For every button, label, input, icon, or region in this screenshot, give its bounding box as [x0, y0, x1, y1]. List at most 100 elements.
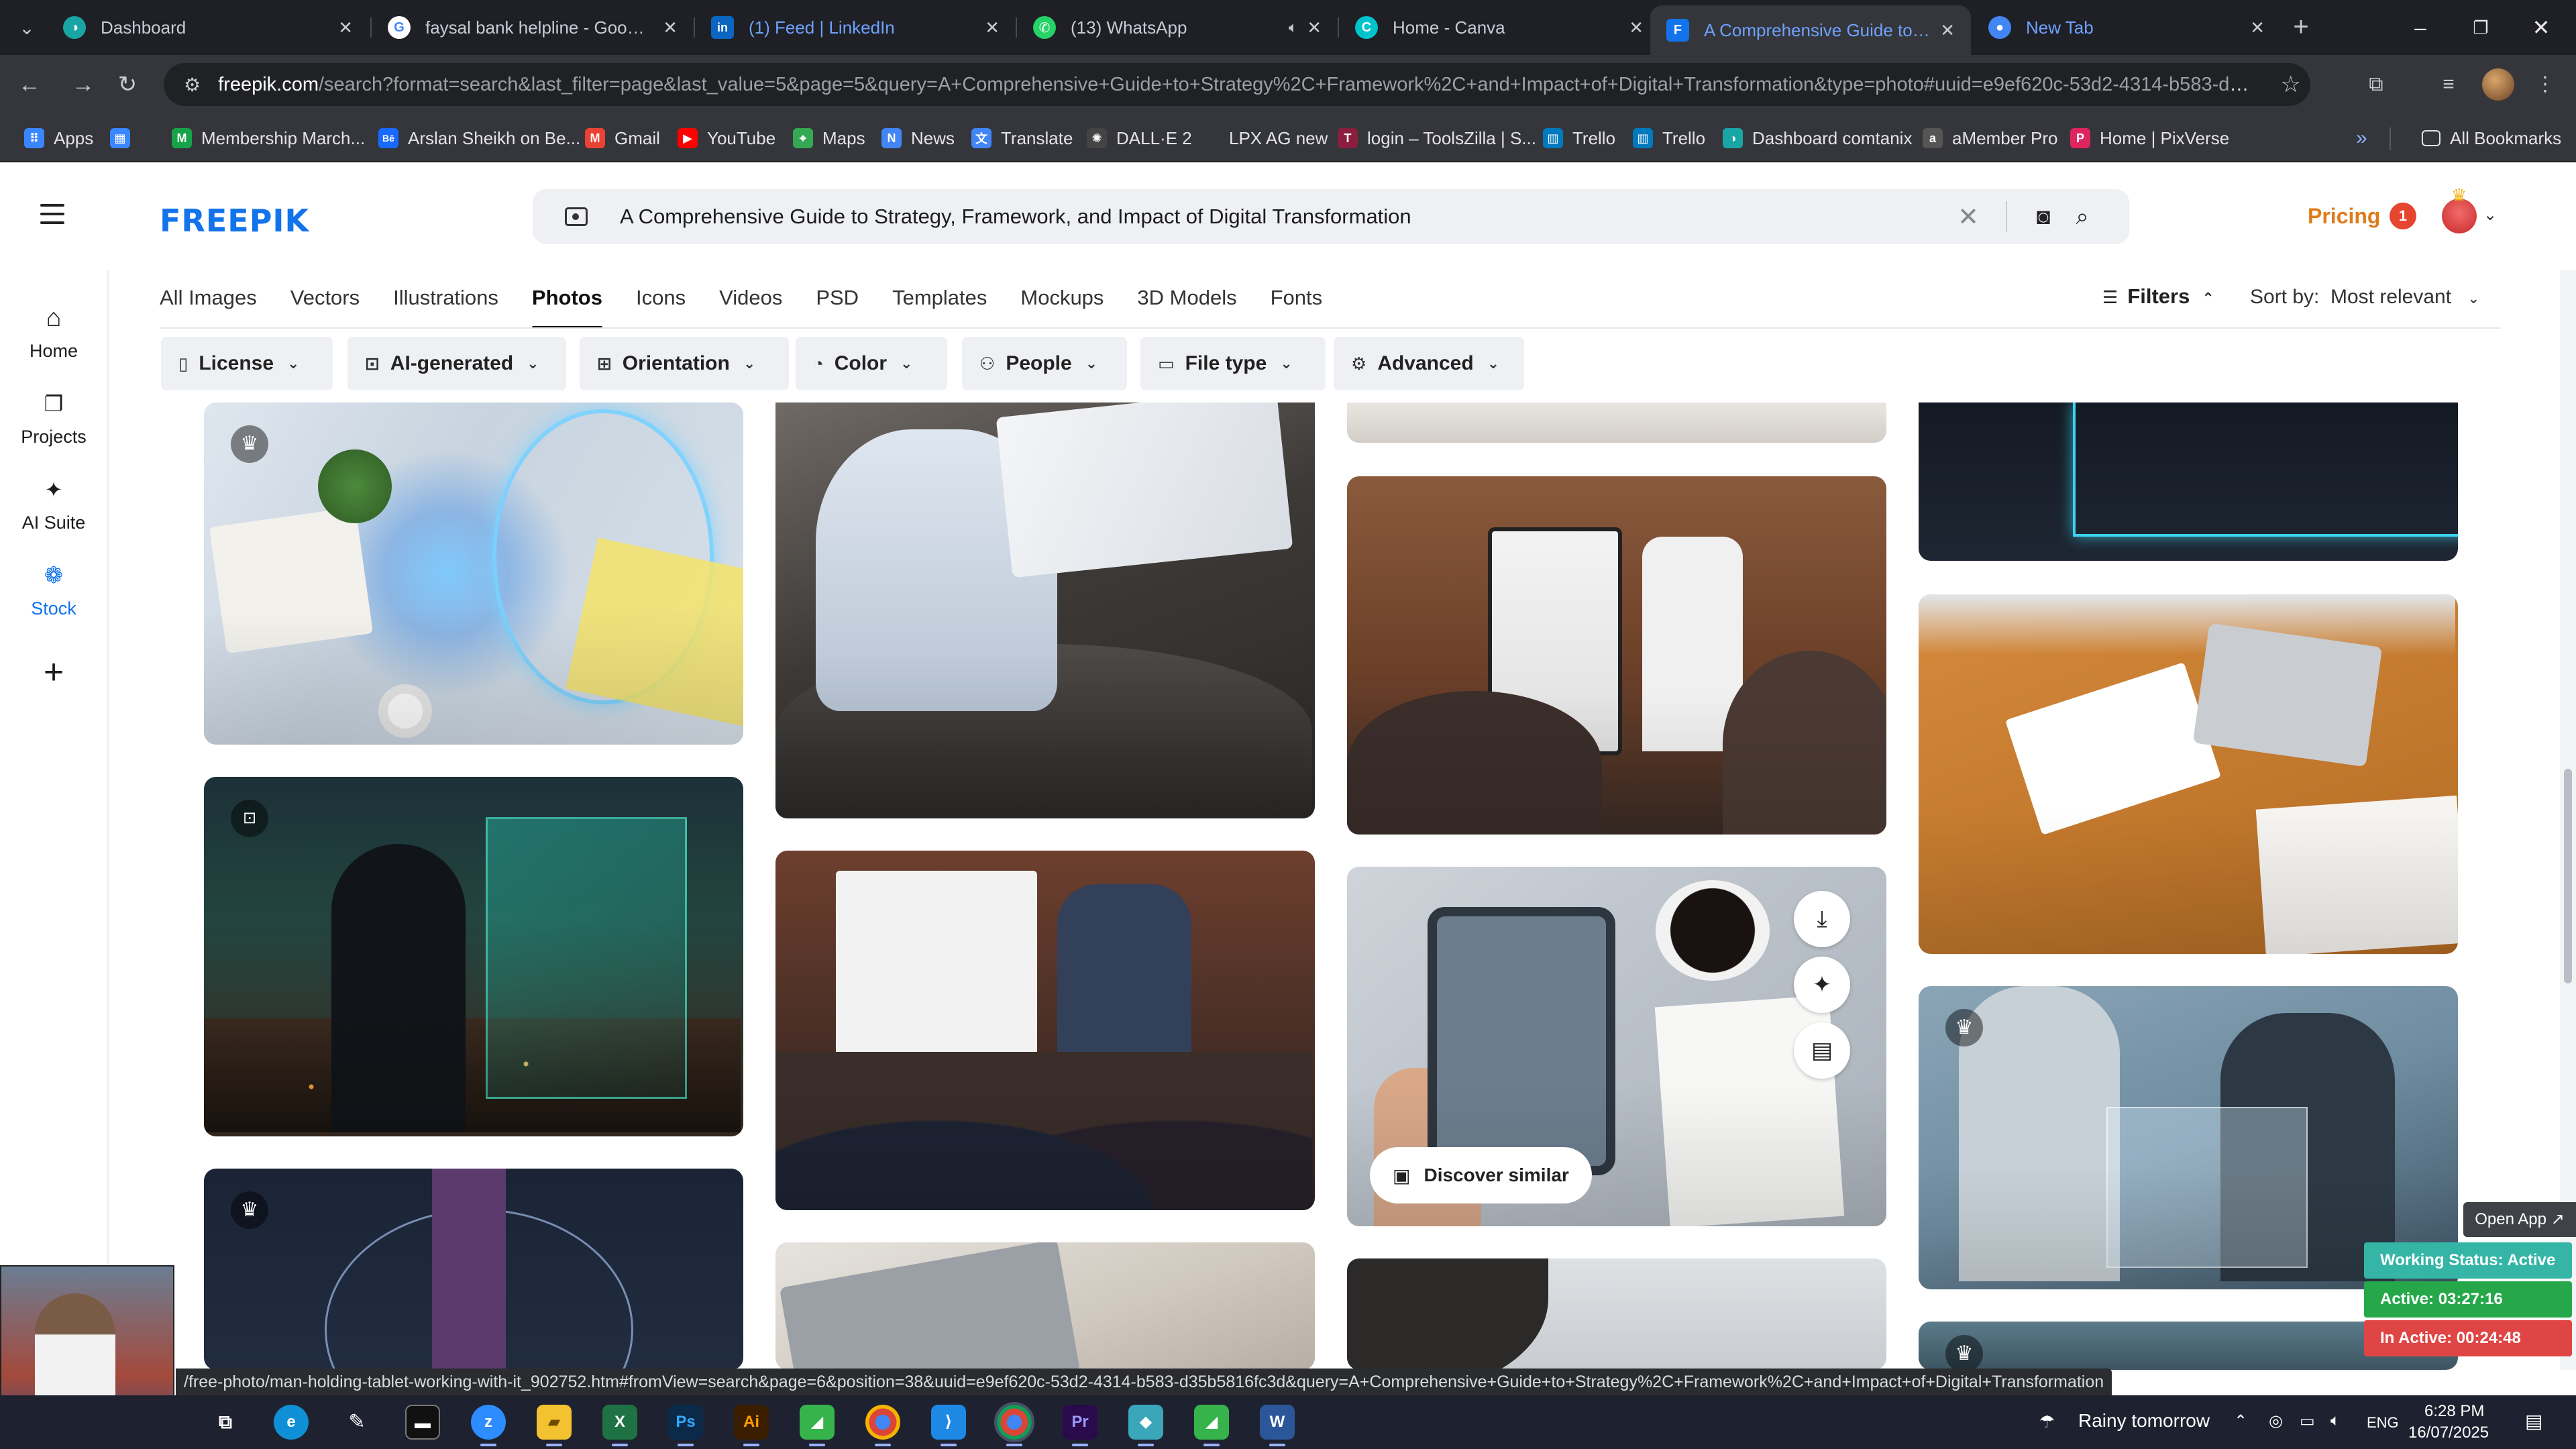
pen-tool-icon[interactable]: ✎ [339, 1405, 374, 1440]
rail-item-home[interactable]: ⌂ Home [0, 303, 107, 362]
rail-item-stock[interactable]: ❁ Stock [0, 561, 107, 619]
camera-tray-icon[interactable]: ◎ [2269, 1411, 2283, 1431]
bookmark-toolszilla[interactable]: Tlogin – ToolsZilla | S... [1338, 125, 1536, 152]
photoshop-icon[interactable]: Ps [668, 1405, 703, 1446]
close-window-icon[interactable]: ✕ [2513, 0, 2569, 55]
filter-people[interactable]: ⚇ People ⌄ [962, 337, 1127, 390]
user-avatar[interactable] [2442, 185, 2477, 233]
search-icon[interactable]: ⌕ [2062, 204, 2102, 230]
back-icon[interactable]: ← [13, 68, 46, 101]
new-tab-button[interactable]: + [2286, 12, 2316, 42]
download-icon[interactable]: ⤓ [1794, 891, 1850, 947]
bookmark-news[interactable]: N News [881, 125, 955, 152]
chevron-down-icon[interactable]: ⌄ [2483, 205, 2497, 225]
notifications-icon[interactable]: ▤ [2525, 1410, 2542, 1432]
task-view-icon[interactable]: ⧉ [208, 1405, 243, 1440]
url-text[interactable]: freepik.com/search?format=search&last_fi… [218, 74, 2250, 96]
tab-videos[interactable]: Videos [719, 282, 782, 329]
language-indicator[interactable]: ENG [2367, 1414, 2399, 1432]
weather-text[interactable]: Rainy tomorrow [2078, 1410, 2210, 1432]
filter-advanced[interactable]: ⚙ Advanced ⌄ [1334, 337, 1524, 390]
close-tab-icon[interactable]: ✕ [1629, 17, 1644, 38]
bookmark-pixverse[interactable]: P Home | PixVerse [2070, 125, 2229, 152]
tray-chevron-icon[interactable]: ⌃ [2234, 1411, 2247, 1431]
all-bookmarks-button[interactable]: All Bookmarks [2422, 125, 2561, 152]
rail-item-ai-suite[interactable]: ✦ AI Suite [0, 475, 107, 533]
tab-google-search[interactable]: G faysal bank helpline - Google S ✕ [372, 5, 694, 50]
bookmark-trello-1[interactable]: ▥ Trello [1543, 125, 1615, 152]
tab-icons[interactable]: Icons [636, 282, 686, 329]
image-tile-digital-brain[interactable]: ♛ [204, 402, 743, 745]
edge-icon[interactable]: e [274, 1405, 309, 1440]
minimize-icon[interactable]: – [2392, 0, 2449, 55]
bookmark-trello-2[interactable]: ▥ Trello [1633, 125, 1705, 152]
chrome-active-icon[interactable] [994, 1402, 1034, 1446]
image-tile-blurred-person[interactable] [1347, 1258, 1886, 1370]
bookmark-dashboard-comtanix[interactable]: ◑ Dashboard comtanix [1723, 125, 1912, 152]
bookmark-grid[interactable]: ▦ [110, 125, 140, 152]
tab-whatsapp[interactable]: ✆ (13) WhatsApp 🔈︎ ✕ [1017, 5, 1338, 50]
close-tab-icon[interactable]: ✕ [663, 17, 678, 38]
search-input[interactable]: A Comprehensive Guide to Strategy, Frame… [620, 205, 1948, 229]
rail-item-add[interactable]: + [0, 655, 107, 695]
tab-all-images[interactable]: All Images [160, 282, 257, 329]
image-tile-team-presentation[interactable] [775, 851, 1315, 1210]
tab-linkedin[interactable]: in (1) Feed | LinkedIn ✕ [695, 5, 1016, 50]
tab-fonts[interactable]: Fonts [1271, 282, 1323, 329]
image-tile-team-table-charts[interactable] [1919, 594, 2458, 954]
restore-icon[interactable]: ❐ [2453, 0, 2509, 55]
chrome-icon[interactable] [865, 1405, 900, 1446]
illustrator-icon[interactable]: Ai [734, 1405, 769, 1446]
tab-dashboard[interactable]: ◑ Dashboard ✕ [47, 5, 369, 50]
scrollbar-thumb[interactable] [2564, 769, 2572, 983]
bookmark-maps[interactable]: ⌖ Maps [793, 125, 865, 152]
profile-avatar[interactable] [2482, 68, 2514, 101]
excel-icon[interactable]: X [602, 1405, 637, 1446]
media-control-icon[interactable]: ≡ [2432, 68, 2465, 101]
save-to-collection-icon[interactable]: ▤ [1794, 1022, 1850, 1079]
tab-templates[interactable]: Templates [892, 282, 987, 329]
close-tab-icon[interactable]: ✕ [1307, 17, 1322, 38]
file-explorer-icon[interactable]: ▰ [537, 1405, 572, 1446]
bookmark-translate[interactable]: 文 Translate [971, 125, 1073, 152]
volume-icon[interactable]: 🔈︎ [2330, 1411, 2340, 1430]
address-bar[interactable]: ⚙ freepik.com/search?format=search&last_… [164, 63, 2310, 106]
image-tile-man-city-hologram[interactable]: ⊡ [204, 777, 743, 1136]
search-bar[interactable]: A Comprehensive Guide to Strategy, Frame… [533, 189, 2129, 244]
speaker-icon[interactable]: 🔈︎ [1289, 19, 1297, 36]
filter-color[interactable]: ◔ Color ⌄ [796, 337, 947, 390]
forward-icon[interactable]: → [67, 68, 99, 101]
network-icon[interactable]: ▭ [2300, 1411, 2315, 1431]
bookmark-lpx[interactable]: LPX AG new [1199, 125, 1328, 152]
filter-license[interactable]: ▯ License ⌄ [161, 337, 333, 390]
browser-menu-icon[interactable]: ⋮ [2529, 68, 2561, 101]
image-tile-man-holding-tablet[interactable]: ⤓ ✦ ▤ ▣ Discover similar [1347, 867, 1886, 1226]
hamburger-menu-icon[interactable] [40, 204, 67, 224]
bookmark-membership[interactable]: M Membership March... [172, 125, 365, 152]
tab-3d-models[interactable]: 3D Models [1137, 282, 1236, 329]
tab-search-menu-icon[interactable]: ⌄ [13, 15, 40, 42]
bookmark-behance[interactable]: Bē Arslan Sheikh on Be... [378, 125, 580, 152]
more-bookmarks-icon[interactable]: » [2356, 125, 2367, 152]
discover-similar-button[interactable]: ▣ Discover similar [1370, 1147, 1592, 1203]
tab-canva[interactable]: C Home - Canva ✕ [1339, 5, 1660, 50]
bookmark-youtube[interactable]: ▶ YouTube [678, 125, 775, 152]
open-app-button[interactable]: Open App ↗ [2463, 1202, 2576, 1237]
bookmark-apps[interactable]: ⠿ Apps [24, 125, 93, 152]
bookmark-dalle[interactable]: ✺ DALL·E 2 [1087, 125, 1192, 152]
clear-search-icon[interactable]: ✕ [1948, 202, 1988, 232]
tab-new-tab[interactable]: ● New Tab ✕ [1972, 5, 2281, 50]
extension-icon[interactable]: ⧉ [2360, 68, 2392, 101]
bookmark-gmail[interactable]: M Gmail [585, 125, 660, 152]
close-tab-icon[interactable]: ✕ [2250, 17, 2265, 38]
filter-orientation[interactable]: ⊞ Orientation ⌄ [580, 337, 789, 390]
image-tile-businessman-screen[interactable] [1919, 402, 2458, 561]
image-type-icon[interactable] [565, 207, 588, 226]
tab-illustrations[interactable]: Illustrations [393, 282, 498, 329]
pricing-link[interactable]: Pricing [2308, 204, 2380, 229]
site-info-icon[interactable]: ⚙ [184, 74, 201, 96]
tab-photos[interactable]: Photos [531, 282, 603, 329]
green-app-icon[interactable]: ◢ [800, 1405, 835, 1446]
tab-mockups[interactable]: Mockups [1020, 282, 1104, 329]
filter-ai-generated[interactable]: ⊡ AI-generated ⌄ [347, 337, 566, 390]
